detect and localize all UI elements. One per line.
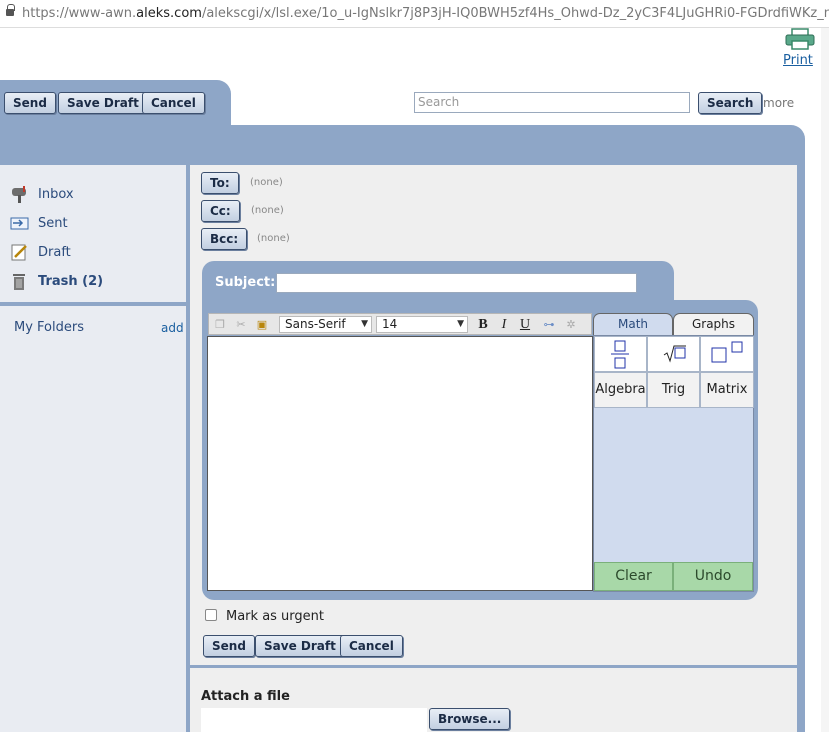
fraction-button[interactable] [594,336,647,372]
bcc-value: (none) [257,233,290,244]
category-trig[interactable]: Trig [647,372,700,408]
category-algebra[interactable]: Algebra [594,372,647,408]
my-folders-heading: My Folders [14,320,84,335]
sidebar-item-draft[interactable]: Draft [10,242,71,262]
chevron-down-icon: ▼ [457,319,464,329]
urgent-checkbox[interactable] [205,609,217,621]
underline-button[interactable]: U [516,317,534,333]
bold-button[interactable]: B [474,317,492,333]
search-input[interactable]: Search [414,92,690,113]
compose-right-border [797,165,805,732]
more-link[interactable]: more [763,96,794,110]
sidebar-item-label: Sent [38,215,68,231]
add-folder-link[interactable]: add [161,321,184,335]
to-button[interactable]: To: [201,172,239,194]
url-domain: aleks.com [136,6,202,21]
file-path-input[interactable] [201,708,427,732]
unlink-icon[interactable]: ✲ [564,318,578,331]
url-prefix: https://www-awn. [22,6,137,21]
to-value: (none) [250,177,283,188]
cc-value: (none) [251,205,284,216]
printer-icon[interactable] [784,28,816,50]
print-link[interactable]: Print [783,53,813,68]
sidebar-item-label: Inbox [38,186,74,202]
clear-button[interactable]: Clear [594,562,673,591]
subject-input[interactable] [276,273,637,293]
subject-label: Subject: [215,275,276,290]
category-matrix[interactable]: Matrix [700,372,754,408]
cancel-button-top[interactable]: Cancel [142,92,205,114]
trash-icon [13,274,25,290]
save-draft-button[interactable]: Save Draft [255,635,345,657]
cut-icon[interactable]: ✂ [234,318,248,331]
font-family-value: Sans-Serif [285,317,346,331]
send-button[interactable]: Send [203,635,255,657]
sidebar-item-trash[interactable]: Trash (2) [10,271,103,291]
undo-button[interactable]: Undo [673,562,753,591]
url-path: /alekscgi/x/lsl.exe/1o_u-IgNslkr7j8P3jH-… [201,6,829,21]
fraction-icon [611,340,629,369]
address-bar[interactable]: https://www-awn.aleks.com/alekscgi/x/lsl… [0,0,829,28]
tab-math[interactable]: Math [593,313,673,336]
font-family-select[interactable]: Sans-Serif ▼ [279,316,372,333]
bcc-button[interactable]: Bcc: [201,228,248,250]
urgent-label: Mark as urgent [226,609,325,624]
sidebar-item-label: Draft [38,244,71,260]
sidebar-divider [0,302,188,306]
compose-divider [190,665,797,668]
sidebar-item-label: Trash (2) [38,273,104,289]
draft-icon [11,244,27,261]
italic-button[interactable]: I [495,317,513,333]
attach-heading: Attach a file [201,689,290,704]
editor-toolbar: ❐ ✂ ▣ Sans-Serif ▼ 14 ▼ B I U ⊶ ✲ [208,313,592,335]
message-body-editor[interactable] [207,336,593,591]
cc-button[interactable]: Cc: [201,200,240,222]
sidebar-item-sent[interactable]: Sent [10,213,68,233]
search-button[interactable]: Search [698,92,763,114]
sidebar-item-inbox[interactable]: Inbox [10,184,74,204]
paste-icon[interactable]: ▣ [255,318,269,331]
font-size-select[interactable]: 14 ▼ [376,316,468,333]
exponent-button[interactable] [700,336,754,372]
square-root-icon [663,345,686,363]
browse-button[interactable]: Browse... [429,708,511,730]
lock-icon [6,4,15,16]
page-scrollbar[interactable] [821,28,829,732]
exponent-icon [711,341,743,363]
top-band [0,125,805,165]
tab-graphs[interactable]: Graphs [673,313,754,336]
send-button-top[interactable]: Send [4,92,56,114]
link-icon[interactable]: ⊶ [542,318,556,331]
chevron-down-icon: ▼ [361,319,368,329]
url-text[interactable]: https://www-awn.aleks.com/alekscgi/x/lsl… [22,6,829,21]
font-size-value: 14 [382,317,398,331]
sent-icon [10,217,29,230]
save-draft-button-top[interactable]: Save Draft [58,92,148,114]
square-root-button[interactable] [647,336,700,372]
copy-icon[interactable]: ❐ [213,318,227,331]
mailbox-icon [12,186,26,203]
cancel-button[interactable]: Cancel [340,635,403,657]
